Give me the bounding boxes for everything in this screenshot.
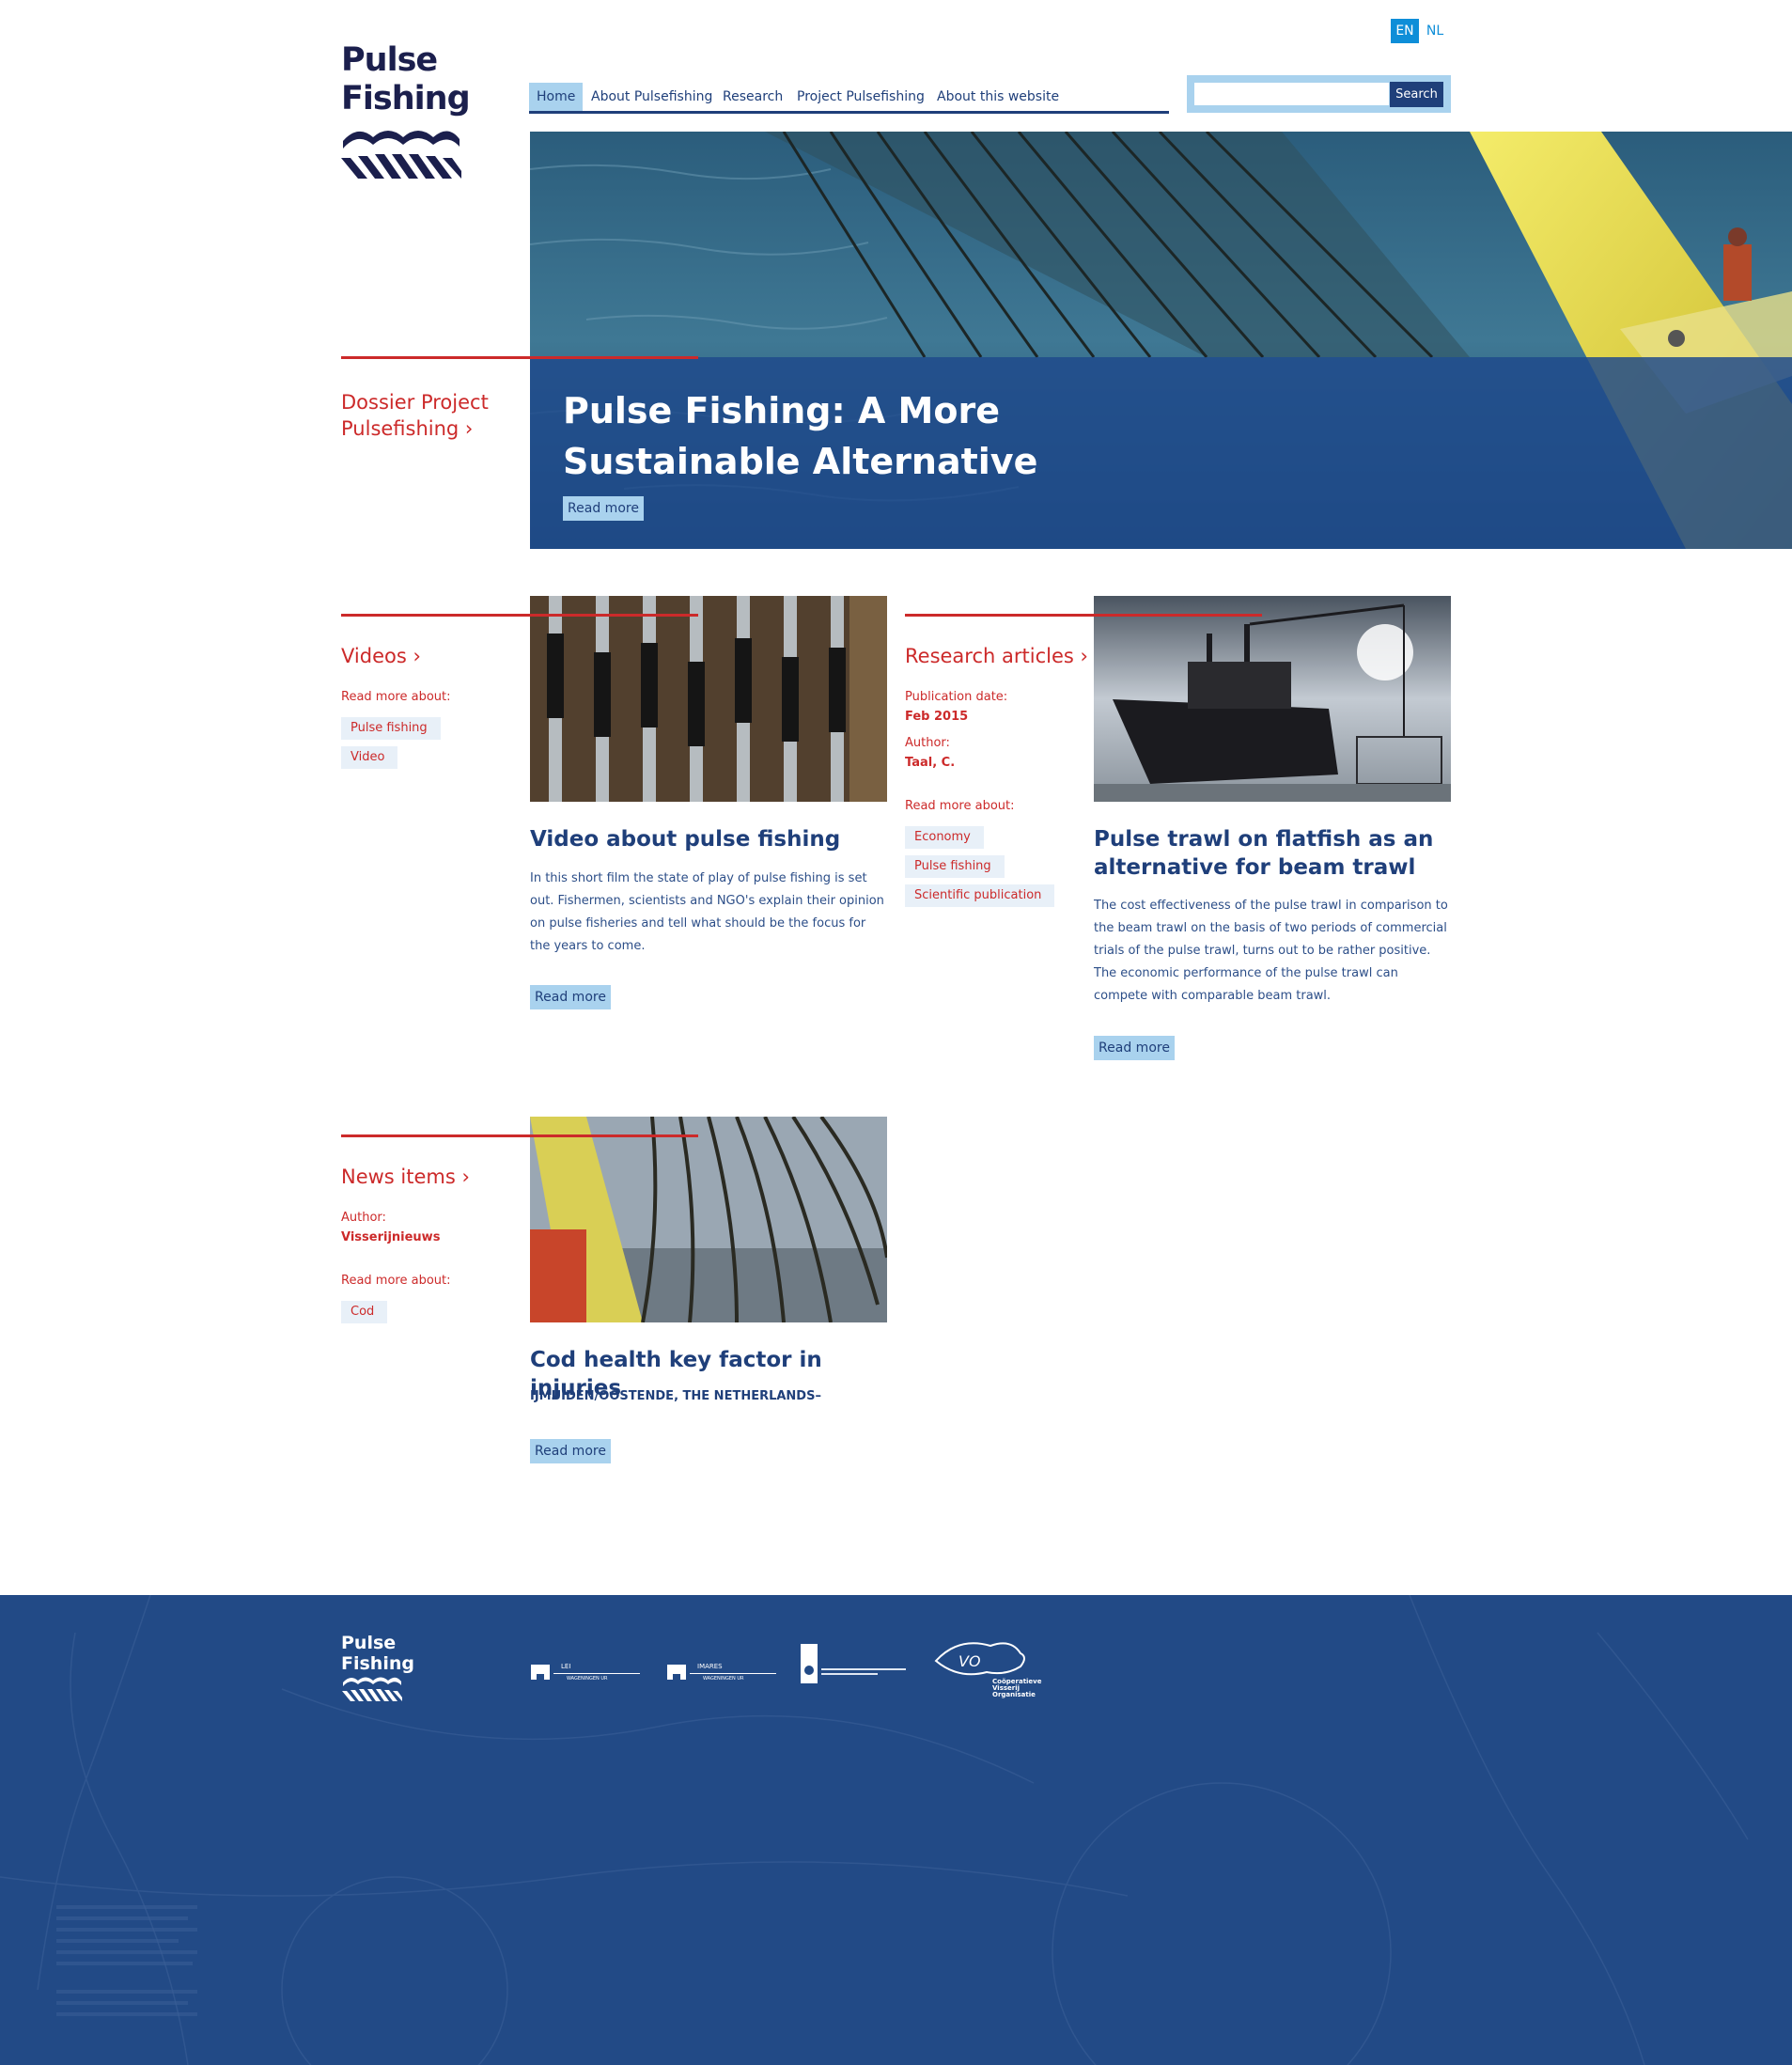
site-logo[interactable]: Pulse Fishing — [341, 41, 471, 184]
news-author: Visserijnieuws — [341, 1230, 441, 1244]
language-en[interactable]: EN — [1391, 19, 1419, 43]
research-author-label: Author: — [905, 736, 950, 750]
news-read-more-button[interactable]: Read more — [530, 1439, 611, 1463]
language-nl[interactable]: NL — [1423, 19, 1447, 43]
research-card-title[interactable]: Pulse trawl on flatfish as an alternativ… — [1094, 825, 1451, 882]
logo-line-1: Pulse — [341, 41, 438, 79]
research-card-title-line-2: alternative for beam trawl — [1094, 855, 1416, 880]
trawler-photo — [1094, 596, 1451, 802]
research-tag-economy[interactable]: Economy — [905, 826, 984, 849]
news-dateline: IJMUIDEN/OOSTENDE, THE NETHERLANDS– — [530, 1389, 821, 1403]
dossier-link[interactable]: Dossier Project Pulsefishing › — [341, 389, 529, 442]
hero-title-line-2: Sustainable Alternative — [563, 441, 1038, 482]
videos-card-title[interactable]: Video about pulse fishing — [530, 825, 887, 853]
hero-title-line-1: Pulse Fishing: A More — [563, 390, 1000, 431]
hero-title: Pulse Fishing: A More Sustainable Altern… — [563, 385, 1127, 487]
videos-tag-pulse-fishing[interactable]: Pulse fishing — [341, 717, 441, 740]
news-thumbnail[interactable] — [530, 1117, 887, 1322]
svg-text:WAGENINGEN UR: WAGENINGEN UR — [703, 1676, 744, 1682]
news-author-label: Author: — [341, 1211, 386, 1225]
nav-project-pulsefishing[interactable]: Project Pulsefishing — [797, 83, 925, 111]
partner-logo-cvo[interactable]: VO Coöperatieve Visserij Organisatie — [930, 1635, 1052, 1698]
partner-logo-imares[interactable]: IMARES WAGENINGEN UR — [665, 1659, 778, 1683]
search-form: Search — [1187, 75, 1451, 113]
footer-logo-line-2: Fishing — [341, 1653, 414, 1674]
video-thumbnail-photo — [530, 596, 887, 802]
videos-read-more-about-label: Read more about: — [341, 690, 451, 704]
nav-about-website[interactable]: About this website — [937, 83, 1059, 111]
svg-text:Organisatie: Organisatie — [992, 1691, 1036, 1698]
partner-logo-lei[interactable]: LEI WAGENINGEN UR — [529, 1659, 642, 1683]
research-thumbnail[interactable] — [1094, 596, 1451, 802]
svg-text:WAGENINGEN UR: WAGENINGEN UR — [567, 1676, 608, 1682]
research-card-text: The cost effectiveness of the pulse traw… — [1094, 899, 1448, 1003]
research-author: Taal, C. — [905, 756, 956, 770]
videos-divider — [341, 614, 698, 617]
hero-read-more-button[interactable]: Read more — [563, 496, 644, 521]
main-nav: Home About Pulsefishing Research Project… — [529, 83, 1169, 114]
site-footer: Pulse Fishing LEI WAGENINGEN UR IMARES W… — [0, 1595, 1792, 2065]
research-read-more-about-label: Read more about: — [905, 799, 1015, 813]
research-divider — [905, 614, 1262, 617]
nav-research[interactable]: Research — [723, 83, 783, 111]
research-read-more-button[interactable]: Read more — [1094, 1036, 1175, 1060]
research-tag-pulse-fishing[interactable]: Pulse fishing — [905, 855, 1005, 878]
videos-card-text: In this short film the state of play of … — [530, 871, 884, 953]
partner-logo-ministerie[interactable] — [799, 1644, 912, 1685]
video-thumbnail[interactable] — [530, 596, 887, 802]
search-input[interactable] — [1194, 83, 1389, 105]
news-tag-cod[interactable]: Cod — [341, 1301, 388, 1323]
research-card-title-line-1: Pulse trawl on flatfish as an — [1094, 827, 1434, 852]
videos-heading[interactable]: Videos › — [341, 643, 421, 669]
svg-text:IMARES: IMARES — [697, 1663, 723, 1670]
news-divider — [341, 1134, 698, 1137]
research-heading[interactable]: Research articles › — [905, 643, 1088, 669]
waves-logo-icon — [341, 131, 461, 179]
videos-read-more-button[interactable]: Read more — [530, 985, 611, 1009]
research-publication-date: Feb 2015 — [905, 710, 969, 724]
research-publication-date-label: Publication date: — [905, 690, 1008, 704]
nav-about-pulsefishing[interactable]: About Pulsefishing — [591, 83, 712, 111]
hero-divider — [341, 356, 698, 359]
videos-tag-video[interactable]: Video — [341, 746, 398, 769]
footer-logo[interactable]: Pulse Fishing — [341, 1633, 414, 1709]
footer-logo-line-1: Pulse — [341, 1633, 397, 1653]
research-tag-scientific-publication[interactable]: Scientific publication — [905, 884, 1055, 907]
news-read-more-about-label: Read more about: — [341, 1274, 451, 1288]
hero-banner[interactable]: Pulse Fishing: A More Sustainable Altern… — [530, 132, 1792, 549]
svg-text:VO: VO — [958, 1652, 981, 1670]
svg-text:LEI: LEI — [561, 1663, 570, 1670]
nav-home[interactable]: Home — [529, 83, 584, 111]
nets-photo — [530, 1117, 887, 1322]
search-button[interactable]: Search — [1390, 82, 1443, 107]
logo-line-2: Fishing — [341, 80, 471, 117]
news-heading[interactable]: News items › — [341, 1164, 470, 1190]
footer-waves-icon — [342, 1677, 402, 1701]
